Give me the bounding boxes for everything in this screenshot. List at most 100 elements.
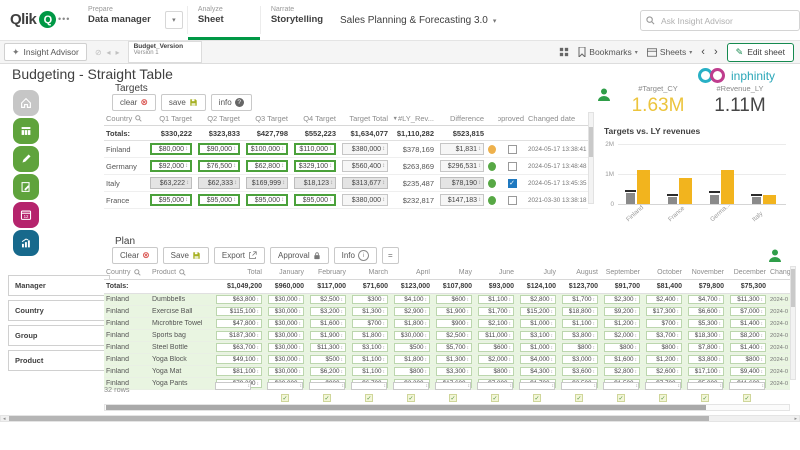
diff-input[interactable]: $296,531↕ <box>440 160 484 172</box>
month-input[interactable]: $500↕ <box>310 355 346 364</box>
column-header[interactable]: Country <box>104 269 150 276</box>
column-header[interactable]: Q3 Target <box>242 114 290 123</box>
q2-input[interactable]: $90,000↕ <box>198 143 240 155</box>
stepper-icon[interactable]: ↕ <box>299 369 302 375</box>
page-horizontal-scrollbar[interactable]: ◂ ▸ <box>0 415 800 422</box>
month-input[interactable]: $700↕ <box>646 319 682 328</box>
stepper-icon[interactable]: ↕ <box>677 357 680 363</box>
stepper-icon[interactable]: ↕ <box>300 383 303 389</box>
footer-stepper-input[interactable]: ↕ <box>561 382 597 390</box>
month-input[interactable]: $5,700↕ <box>436 343 472 352</box>
month-input[interactable]: $2,500↕ <box>310 295 346 304</box>
bar-ly-revenue[interactable] <box>752 197 761 204</box>
stepper-icon[interactable]: ↕ <box>299 321 302 327</box>
month-input[interactable]: $7,000↕ <box>730 307 766 316</box>
sidebar-item-chart-icon[interactable] <box>13 230 39 256</box>
bar-target[interactable] <box>679 178 692 204</box>
stepper-icon[interactable]: ↕ <box>467 321 470 327</box>
stepper-icon[interactable]: ↕ <box>185 163 188 169</box>
stepper-icon[interactable]: ↕ <box>719 321 722 327</box>
column-header[interactable]: Chang.. <box>768 269 790 276</box>
month-input[interactable]: $1,100↕ <box>562 319 598 328</box>
month-input[interactable]: $1,100↕ <box>352 367 388 376</box>
sidebar-item-calendar-icon[interactable]: 12 <box>13 202 39 228</box>
month-input[interactable]: $1,400↕ <box>730 343 766 352</box>
stepper-icon[interactable]: ↕ <box>761 369 764 375</box>
clear-selections-icon[interactable]: ⊘ <box>95 48 102 57</box>
stepper-icon[interactable]: ↕ <box>761 309 764 315</box>
stepper-icon[interactable]: ↕ <box>635 297 638 303</box>
total-input[interactable]: $63,700↕ <box>216 343 262 352</box>
month-input[interactable]: $3,300↕ <box>436 367 472 376</box>
diff-input[interactable]: $1,831↕ <box>440 143 484 155</box>
month-input[interactable]: $30,000↕ <box>394 331 430 340</box>
month-input[interactable]: $3,700↕ <box>646 331 682 340</box>
stepper-icon[interactable]: ↕ <box>185 146 188 152</box>
stepper-icon[interactable]: ↕ <box>425 345 428 351</box>
footer-stepper-input[interactable]: ↕ <box>729 382 765 390</box>
stepper-icon[interactable]: ↕ <box>329 146 332 152</box>
stepper-icon[interactable]: ↕ <box>719 309 722 315</box>
q4-input[interactable]: $18,123↕ <box>294 177 336 189</box>
approve-column-check[interactable]: ✓ <box>701 394 709 402</box>
footer-stepper-input[interactable]: ↕ <box>393 382 429 390</box>
stepper-icon[interactable]: ↕ <box>593 333 596 339</box>
stepper-icon[interactable]: ↕ <box>233 146 236 152</box>
stepper-icon[interactable]: ↕ <box>509 321 512 327</box>
month-input[interactable]: $1,200↕ <box>604 319 640 328</box>
month-input[interactable]: $800↕ <box>394 367 430 376</box>
stepper-icon[interactable]: ↕ <box>257 381 260 387</box>
stepper-icon[interactable]: ↕ <box>594 383 597 389</box>
stepper-icon[interactable]: ↕ <box>341 321 344 327</box>
stepper-icon[interactable]: ↕ <box>509 309 512 315</box>
stepper-icon[interactable]: ↕ <box>593 369 596 375</box>
stepper-icon[interactable]: ↕ <box>678 383 681 389</box>
total-input[interactable]: $380,000↕ <box>342 194 388 206</box>
save-button[interactable]: Save <box>163 247 209 264</box>
q2-input[interactable]: $76,500↕ <box>198 160 240 172</box>
total-input[interactable]: $81,100↕ <box>216 367 262 376</box>
stepper-icon[interactable]: ↕ <box>257 357 260 363</box>
targets-user-icon[interactable] <box>597 88 611 101</box>
stepper-icon[interactable]: ↕ <box>478 180 481 186</box>
search-icon[interactable] <box>179 269 186 276</box>
month-input[interactable]: $4,700↕ <box>688 295 724 304</box>
stepper-icon[interactable]: ↕ <box>509 369 512 375</box>
stepper-icon[interactable]: ↕ <box>762 383 765 389</box>
stepper-icon[interactable]: ↕ <box>635 309 638 315</box>
column-header[interactable]: Country <box>104 114 146 123</box>
q1-input[interactable]: $63,222↕ <box>150 177 192 189</box>
month-input[interactable]: $4,300↕ <box>520 367 556 376</box>
scrollbar-thumb[interactable] <box>589 127 593 157</box>
selection-chip-budget-version[interactable]: Budget_Version Version 1 <box>128 41 202 63</box>
month-input[interactable]: $1,800↕ <box>394 355 430 364</box>
column-header[interactable]: March <box>348 269 390 276</box>
q4-input[interactable]: $95,000↕ <box>294 194 336 206</box>
clear-button[interactable]: clear⊗ <box>112 94 156 111</box>
approve-column-check[interactable]: ✓ <box>617 394 625 402</box>
stepper-icon[interactable]: ↕ <box>185 197 188 203</box>
month-input[interactable]: $6,600↕ <box>688 307 724 316</box>
next-sheet-button[interactable]: › <box>714 46 718 58</box>
stepper-icon[interactable]: ↕ <box>281 146 284 152</box>
stepper-icon[interactable]: ↕ <box>329 163 332 169</box>
month-input[interactable]: $1,400↕ <box>730 319 766 328</box>
stepper-icon[interactable]: ↕ <box>720 383 723 389</box>
month-input[interactable]: $600↕ <box>478 343 514 352</box>
stepper-icon[interactable]: ↕ <box>635 357 638 363</box>
q3-input[interactable]: $100,000↕ <box>246 143 288 155</box>
stepper-icon[interactable]: ↕ <box>509 297 512 303</box>
stepper-icon[interactable]: ↕ <box>509 345 512 351</box>
column-header[interactable]: January <box>264 269 306 276</box>
month-input[interactable]: $1,000↕ <box>520 343 556 352</box>
edit-sheet-button[interactable]: ✎ Edit sheet <box>727 43 794 62</box>
stepper-icon[interactable]: ↕ <box>299 357 302 363</box>
more-menu-button[interactable]: ••• <box>58 14 70 24</box>
approve-column-check[interactable]: ✓ <box>575 394 583 402</box>
approve-column-check[interactable]: ✓ <box>491 394 499 402</box>
stepper-icon[interactable]: ↕ <box>635 333 638 339</box>
stepper-icon[interactable]: ↕ <box>248 383 251 389</box>
save-button[interactable]: save <box>161 94 206 111</box>
approval-button[interactable]: Approval <box>270 247 329 264</box>
month-input[interactable]: $600↕ <box>436 295 472 304</box>
